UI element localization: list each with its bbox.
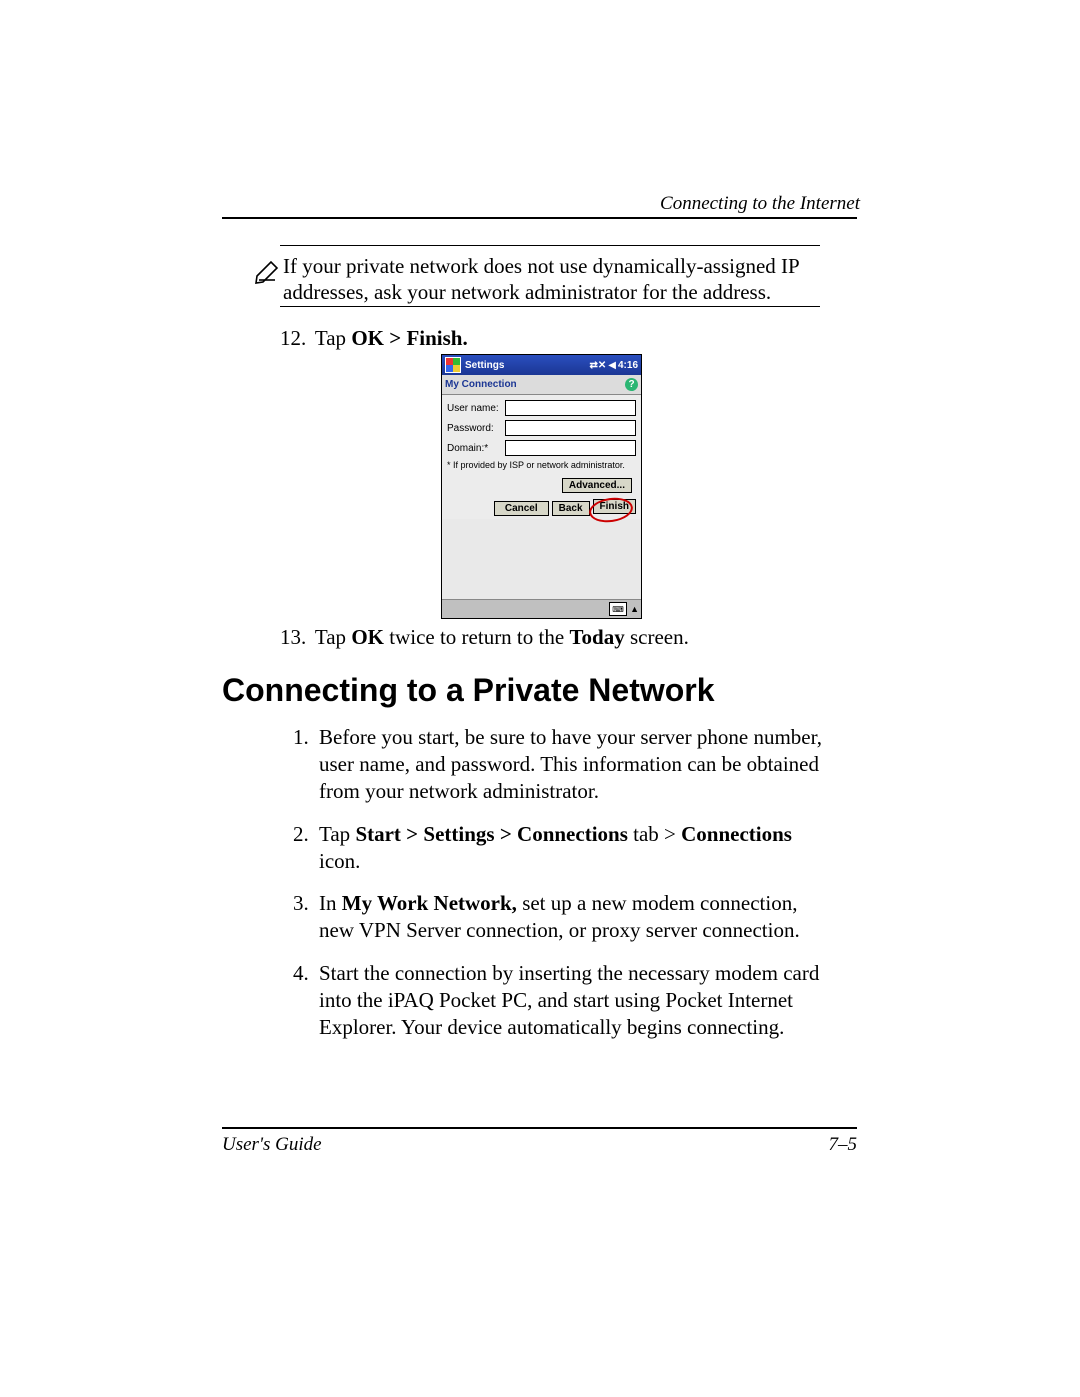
list-item: 1. Before you start, be sure to have you…: [293, 724, 833, 805]
username-label: User name:: [447, 403, 505, 414]
password-input[interactable]: [505, 420, 636, 436]
back-button[interactable]: Back: [552, 501, 590, 516]
keyboard-icon[interactable]: ⌨: [609, 602, 627, 616]
list-number: 3.: [293, 890, 319, 944]
step-13: 13. Tap OK twice to return to the Today …: [280, 625, 820, 650]
list-text: Start the connection by inserting the ne…: [319, 960, 833, 1041]
header-rule: [222, 217, 857, 219]
pda-bottombar: ⌨ ▲: [442, 599, 641, 618]
list-text: Tap Start > Settings > Connections tab >…: [319, 821, 833, 875]
step-12-bold: OK > Finish.: [351, 326, 467, 350]
note-pencil-icon: [253, 258, 281, 291]
seg: My Work Network,: [342, 891, 517, 915]
step-12: 12. Tap OK > Finish.: [280, 326, 820, 351]
step-13-p1: OK: [351, 625, 384, 649]
speaker-icon[interactable]: ◀: [608, 360, 616, 371]
step-12-pre: Tap: [315, 326, 351, 350]
finish-button-wrap: Finish: [593, 501, 636, 516]
step-13-p0: Tap: [315, 625, 351, 649]
advanced-button[interactable]: Advanced...: [562, 478, 632, 493]
document-page: Connecting to the Internet If your priva…: [0, 0, 1080, 1397]
footer-rule: [222, 1127, 857, 1129]
list-item: 4. Start the connection by inserting the…: [293, 960, 833, 1041]
list-item: 3. In My Work Network, set up a new mode…: [293, 890, 833, 944]
footer-right: 7–5: [829, 1134, 858, 1156]
step-13-p2: twice to return to the: [384, 625, 569, 649]
domain-input[interactable]: [505, 440, 636, 456]
domain-label: Domain:*: [447, 443, 505, 454]
pda-subtitle-bar: My Connection ?: [442, 375, 641, 395]
pda-titlebar: Settings ⇄✕ ◀ 4:16: [442, 355, 641, 375]
pda-screenshot: Settings ⇄✕ ◀ 4:16 My Connection ? User …: [441, 354, 642, 619]
list-text: Before you start, be sure to have your s…: [319, 724, 833, 805]
seg: icon.: [319, 849, 360, 873]
list-number: 4.: [293, 960, 319, 1041]
list-number: 1.: [293, 724, 319, 805]
list-text: In My Work Network, set up a new modem c…: [319, 890, 833, 944]
connectivity-icon[interactable]: ⇄✕: [590, 360, 607, 371]
step-13-p3: Today: [569, 625, 624, 649]
note-rule-top: [280, 245, 820, 246]
footer-left: User's Guide: [222, 1134, 322, 1156]
cancel-button[interactable]: Cancel: [494, 501, 549, 516]
password-label: Password:: [447, 423, 505, 434]
pda-title: Settings: [465, 360, 590, 371]
step-13-number: 13.: [280, 625, 310, 650]
pda-subtitle: My Connection: [445, 379, 517, 390]
seg: tab >: [628, 822, 681, 846]
finish-button[interactable]: Finish: [593, 499, 636, 514]
list-item: 2. Tap Start > Settings > Connections ta…: [293, 821, 833, 875]
pda-clock: 4:16: [618, 360, 638, 371]
note-rule-bottom: [280, 306, 820, 307]
username-input[interactable]: [505, 400, 636, 416]
section-heading: Connecting to a Private Network: [222, 672, 715, 709]
help-icon[interactable]: ?: [625, 378, 638, 391]
seg: Tap: [319, 822, 355, 846]
sip-arrow-icon[interactable]: ▲: [630, 604, 639, 614]
note-text: If your private network does not use dyn…: [283, 253, 823, 306]
step-12-number: 12.: [280, 326, 310, 351]
seg: Start > Settings > Connections: [355, 822, 627, 846]
pda-footnote: * If provided by ISP or network administ…: [447, 460, 636, 470]
pda-form: User name: Password: Domain:* * If provi…: [442, 395, 641, 519]
seg: Connections: [681, 822, 792, 846]
start-flag-icon[interactable]: [445, 357, 461, 373]
seg: In: [319, 891, 342, 915]
running-head: Connecting to the Internet: [660, 193, 860, 215]
step-13-p4: screen.: [625, 625, 689, 649]
list-number: 2.: [293, 821, 319, 875]
numbered-list: 1. Before you start, be sure to have you…: [293, 724, 833, 1057]
